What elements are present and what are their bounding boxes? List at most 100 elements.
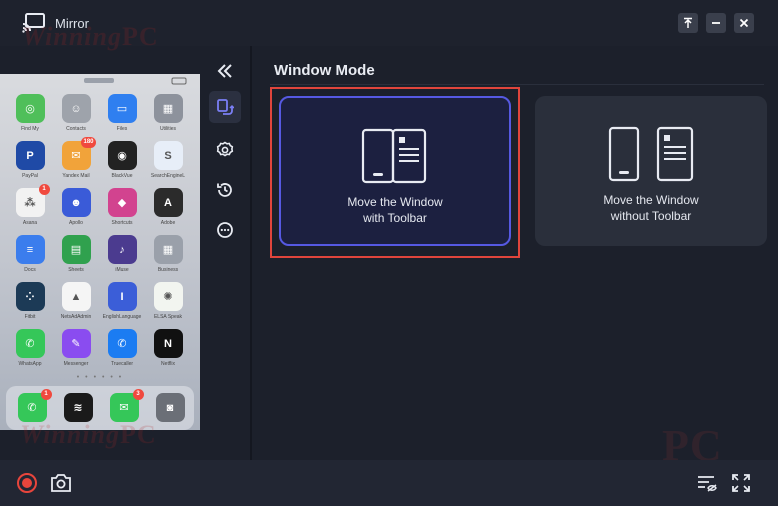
phone-app[interactable]: ♪ iMuse <box>100 235 144 281</box>
app-label: Yandex Mail <box>62 173 90 179</box>
phone-app[interactable]: ✺ ELSA Speak <box>146 282 190 328</box>
phone-app[interactable]: ▦ Business <box>146 235 190 281</box>
app-label: Contacts <box>66 126 86 132</box>
fullscreen-icon[interactable] <box>728 470 754 496</box>
app-icon: N <box>153 329 183 358</box>
app-label: Messenger <box>63 361 89 367</box>
app-icon: P <box>15 141 45 170</box>
app-icon: ✺ <box>153 282 183 311</box>
record-icon[interactable] <box>14 470 40 496</box>
app-label: Files <box>116 126 128 132</box>
phone-without-toolbar-icon <box>606 126 696 187</box>
phone-app[interactable]: ✎ Messenger <box>54 329 98 375</box>
app-icon: ≡ <box>15 235 45 264</box>
app-icon: ◉ <box>107 141 137 170</box>
app-label: Netflix <box>161 361 175 367</box>
app-label: Asana <box>22 220 38 226</box>
app-icon: ⁘ <box>15 282 45 311</box>
notification-badge: 1 <box>40 389 52 400</box>
pin-icon[interactable] <box>678 13 698 33</box>
bottom-toolbar <box>0 460 778 506</box>
window-mode-icon[interactable] <box>209 91 241 123</box>
phone-app[interactable]: ◆ Shortcuts <box>100 188 144 234</box>
collapse-icon[interactable] <box>209 55 241 87</box>
phone-app[interactable]: ✉ 180 Yandex Mail <box>54 137 98 187</box>
phone-app[interactable]: ▤ Sheets <box>54 235 98 281</box>
phone-app[interactable]: ☻ Apollo <box>54 188 98 234</box>
phone-app[interactable]: ☺ Contacts <box>54 94 98 140</box>
app-icon: S <box>153 141 183 170</box>
phone-app[interactable]: P PayPal <box>8 141 52 187</box>
notification-badge: 1 <box>38 184 50 195</box>
notification-badge: 180 <box>81 137 96 148</box>
mirror-window: Mirror ◎ Find My ☺ Contacts ▭ Files ▦ Utilities… <box>0 0 778 506</box>
screenshot-icon[interactable] <box>48 470 74 496</box>
section-divider <box>270 84 764 85</box>
app-icon: ◙ <box>155 393 185 422</box>
page-dots: • • • • • • <box>76 374 124 381</box>
phone-app[interactable]: N Netflix <box>146 329 190 375</box>
phone-app[interactable]: ▦ Utilities <box>146 94 190 140</box>
app-label: EnglishLanguage <box>102 314 142 320</box>
app-icon: ▦ <box>153 94 183 123</box>
app-label: Apollo <box>69 220 83 226</box>
phone-app[interactable]: ✆ Truecaller <box>100 329 144 375</box>
more-icon[interactable] <box>209 214 241 246</box>
app-label: SearchEngineL <box>150 173 186 179</box>
app-label: Shortcuts <box>111 220 133 226</box>
app-label: ELSA Speak <box>153 314 183 320</box>
app-label: Truecaller <box>110 361 134 367</box>
phone-app[interactable]: ▲ NetsAdAdmin <box>54 282 98 328</box>
app-label: Utilities <box>159 126 177 132</box>
app-icon: ✉ 180 <box>61 137 96 170</box>
app-icon: ✆ 1 <box>17 389 52 422</box>
app-label: Find My <box>21 126 39 132</box>
app-label: iMuse <box>115 267 129 273</box>
phone-app[interactable]: ⁂ 1 Asana <box>8 184 52 234</box>
app-label: PayPal <box>22 173 38 179</box>
app-icon: ▦ <box>153 235 183 264</box>
minimize-icon[interactable] <box>706 13 726 33</box>
app-icon: A <box>153 188 183 217</box>
app-icon: ✆ <box>107 329 137 358</box>
subtitle-toggle-icon[interactable] <box>694 470 720 496</box>
phone-app[interactable]: I EnglishLanguage <box>100 282 144 328</box>
watermark-logo: WinningPC <box>20 420 157 449</box>
app-icon: ▭ <box>107 94 137 123</box>
phone-app[interactable]: ✆ WhatsApp <box>8 329 52 375</box>
notification-badge: 3 <box>132 389 144 400</box>
phone-with-toolbar-icon <box>360 128 430 189</box>
mode-label: Move the Window with Toolbar <box>347 195 443 225</box>
mode-label: Move the Window without Toolbar <box>603 193 699 223</box>
app-icon: ✆ <box>15 329 45 358</box>
app-icon: ✉ 3 <box>109 389 144 422</box>
mode-with-toolbar-card[interactable]: Move the Window with Toolbar <box>279 96 511 246</box>
app-label: Sheets <box>68 267 84 273</box>
app-label: Fitbit <box>24 314 36 320</box>
watermark-logo: WinningPC <box>22 22 159 51</box>
phone-app[interactable]: S SearchEngineL <box>146 141 190 187</box>
app-icon: ▤ <box>61 235 91 264</box>
app-icon: ◎ <box>15 94 45 123</box>
phone-app[interactable]: ≡ Docs <box>8 235 52 281</box>
app-label: WhatsApp <box>18 361 42 367</box>
app-icon: ≋ <box>63 393 93 422</box>
phone-app[interactable]: ◉ BlackVue <box>100 141 144 187</box>
app-label: NetsAdAdmin <box>60 314 92 320</box>
phone-screen[interactable]: ◎ Find My ☺ Contacts ▭ Files ▦ Utilities P PayPal… <box>0 74 200 430</box>
phone-app[interactable]: ▭ Files <box>100 94 144 140</box>
page-title: Window Mode <box>274 62 375 79</box>
app-icon: ⁂ 1 <box>15 184 50 217</box>
settings-icon[interactable] <box>209 134 241 166</box>
app-icon: ☺ <box>61 94 91 123</box>
phone-app[interactable]: ◎ Find My <box>8 94 52 140</box>
app-icon: ▲ <box>61 282 91 311</box>
phone-app[interactable]: ⁘ Fitbit <box>8 282 52 328</box>
app-icon: ♪ <box>107 235 137 264</box>
phone-app[interactable]: A Adobe <box>146 188 190 234</box>
mode-without-toolbar-card[interactable]: Move the Window without Toolbar <box>535 96 767 246</box>
app-label: Adobe <box>160 220 176 226</box>
close-icon[interactable] <box>734 13 754 33</box>
history-icon[interactable] <box>209 174 241 206</box>
sidebar-divider <box>250 46 252 460</box>
